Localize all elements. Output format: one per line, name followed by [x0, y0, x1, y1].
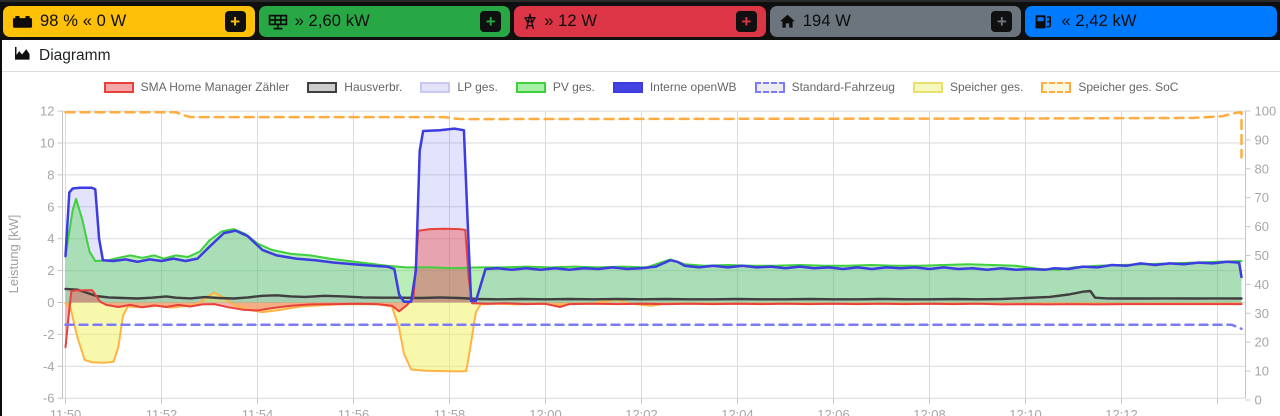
legend-label: Speicher ges.	[949, 80, 1024, 94]
x-tick: 12:02	[625, 407, 658, 416]
status-badge-label: » 2,60 kW	[294, 12, 370, 30]
y-left-tick: 4	[47, 231, 54, 246]
x-tick: 12:06	[817, 407, 850, 416]
y-right-tick: 20	[1255, 335, 1269, 350]
series-line-standard-fahrzeug	[64, 323, 1243, 331]
status-badge-chargepoint[interactable]: « 2,42 kW	[1025, 6, 1277, 37]
legend-swatch	[754, 81, 785, 93]
legend-swatch	[912, 81, 943, 93]
chart-legend: SMA Home Manager Zähler Hausverbr. LP ges.…	[2, 80, 1280, 94]
y-left-tick: 2	[47, 263, 54, 278]
legend-item-3[interactable]: PV ges.	[515, 80, 595, 94]
x-tick: 12:12	[1105, 407, 1138, 416]
legend-label: SMA Home Manager Zähler	[140, 80, 290, 94]
y-right-tick: 0	[1255, 393, 1262, 408]
y-right-tick: 100	[1255, 104, 1277, 119]
y-left-tick: 10	[40, 136, 54, 151]
x-tick: 12:10	[1009, 407, 1042, 416]
battery-icon	[12, 14, 33, 29]
y-left-tick: 0	[47, 295, 54, 310]
add-button[interactable]: +	[991, 11, 1013, 32]
y-left-tick: 6	[47, 199, 54, 214]
y-right-tick: 40	[1255, 277, 1269, 292]
main-panel: Diagramm 12 10 8 6 4 2 0 -2 -4 -6 100 90 80 70 60 50 40 3…	[0, 40, 1280, 416]
chart-area: 12 10 8 6 4 2 0 -2 -4 -6 100 90 80 70 60 50 40 30 20 10 0 11:…	[2, 72, 1280, 416]
legend-item-1[interactable]: Hausverbr.	[307, 80, 402, 94]
legend-item-5[interactable]: Standard-Fahrzeug	[754, 80, 895, 94]
status-bar: 98 % « 0 W + » 2,60 kW + » 12 W +194 W + « 2,42…	[0, 0, 1280, 40]
y-left-tick: 12	[40, 104, 54, 119]
legend-item-6[interactable]: Speicher ges.	[912, 80, 1024, 94]
legend-label: Interne openWB	[649, 80, 737, 94]
page-title: Diagramm	[39, 46, 111, 64]
legend-item-4[interactable]: Interne openWB	[612, 80, 737, 94]
y-right-tick: 10	[1255, 364, 1269, 379]
status-badge-house[interactable]: 194 W +	[769, 6, 1022, 37]
y-right-tick: 60	[1255, 219, 1269, 234]
legend-swatch	[1041, 81, 1072, 93]
status-badge-pv[interactable]: » 2,60 kW +	[258, 6, 511, 37]
y-right-tick: 70	[1255, 190, 1269, 205]
status-badge-label: » 12 W	[544, 12, 598, 30]
y-left-tick: 8	[47, 167, 54, 182]
solar-panel-icon	[268, 14, 288, 30]
legend-label: LP ges.	[457, 80, 498, 94]
legend-label: Standard-Fahrzeug	[791, 80, 895, 94]
area-chart-icon	[14, 46, 31, 66]
diagram-header: Diagramm	[2, 40, 1280, 72]
status-badge-label: « 2,42 kW	[1061, 12, 1137, 30]
legend-swatch	[307, 81, 338, 93]
x-tick: 12:08	[913, 407, 946, 416]
legend-label: Hausverbr.	[344, 80, 403, 94]
house-icon	[779, 14, 796, 29]
legend-item-7[interactable]: Speicher ges. SoC	[1041, 80, 1178, 94]
add-button[interactable]: +	[224, 11, 246, 32]
series-area-pv-ges-	[65, 198, 1242, 303]
y-left-tick: -4	[43, 359, 55, 374]
x-tick: 11:56	[338, 407, 370, 416]
charging-station-icon	[1034, 14, 1054, 30]
x-tick: 11:54	[242, 407, 274, 416]
x-tick: 11:52	[146, 407, 178, 416]
legend-label: Speicher ges. SoC	[1078, 80, 1179, 94]
status-badge-grid[interactable]: » 12 W +	[514, 6, 766, 37]
legend-item-2[interactable]: LP ges.	[420, 80, 498, 94]
y-right-tick: 90	[1255, 132, 1269, 147]
legend-label: PV ges.	[552, 80, 595, 94]
y-right-tick: 50	[1255, 248, 1269, 263]
x-tick: 12:04	[721, 407, 754, 416]
legend-item-0[interactable]: SMA Home Manager Zähler	[103, 80, 290, 94]
y-right-tick: 30	[1255, 306, 1269, 321]
legend-swatch	[515, 81, 546, 93]
add-button[interactable]: +	[480, 11, 502, 32]
x-tick: 11:50	[50, 407, 82, 416]
add-button[interactable]: +	[735, 11, 757, 32]
x-tick: 11:58	[434, 407, 466, 416]
series-line-speicher-ges-soc	[64, 110, 1243, 159]
power-chart: 121086420-2-4-6100908070605040302010011:…	[6, 104, 1277, 416]
legend-swatch	[612, 81, 643, 93]
status-badge-label: 194 W	[802, 12, 851, 30]
legend-swatch	[103, 81, 134, 93]
status-badge-battery[interactable]: 98 % « 0 W +	[3, 6, 255, 37]
y-left-tick: -6	[43, 391, 55, 406]
pylon-icon	[523, 13, 537, 30]
y-axis-title: Leistung [kW]	[6, 215, 21, 294]
legend-swatch	[420, 81, 451, 93]
x-tick: 12:00	[529, 407, 562, 416]
y-right-tick: 80	[1255, 161, 1269, 176]
status-badge-label: 98 % « 0 W	[40, 12, 127, 30]
y-left-tick: -2	[43, 327, 55, 342]
